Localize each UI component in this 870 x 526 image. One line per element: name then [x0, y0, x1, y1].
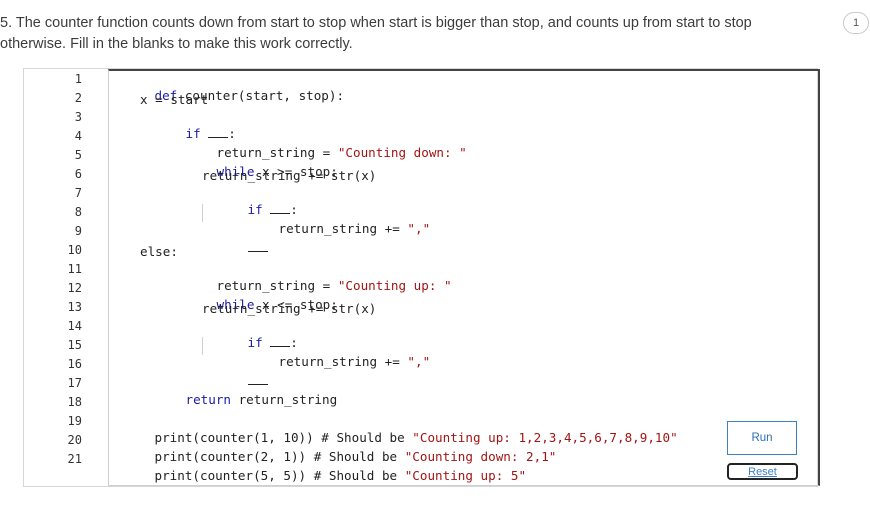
line-number: 18	[67, 395, 82, 409]
indent-guide	[202, 204, 203, 222]
line-number: 1	[74, 72, 82, 86]
line-number: 2	[74, 91, 82, 105]
string-literal: "Counting up: "	[337, 278, 452, 293]
reset-button[interactable]: Reset	[727, 463, 798, 480]
code-editor: 1 2 3 4 5 6 7 8 9 10 11 12 13 14 15 16 17 18 19 20 21 def co…	[23, 68, 820, 487]
code-line-2: x = start	[140, 92, 209, 107]
code-line-6: return_string += str(x)	[202, 168, 377, 183]
page-badge[interactable]: 1	[843, 12, 869, 34]
question-line-2: otherwise. Fill in the blanks to make th…	[0, 36, 353, 52]
line-number: 16	[67, 357, 82, 371]
line-number: 6	[74, 167, 82, 181]
line-number: 17	[67, 376, 82, 390]
code-text: return_string +=	[278, 354, 408, 369]
string-literal: "Counting down: "	[337, 145, 467, 160]
code-text: return_string	[231, 392, 338, 407]
line-number: 20	[67, 433, 82, 447]
code-text: print(counter(5, 5)) # Should be	[154, 468, 405, 483]
line-number: 9	[74, 224, 82, 238]
line-number: 15	[67, 338, 82, 352]
line-number: 21	[67, 452, 82, 466]
run-button[interactable]: Run	[727, 421, 797, 455]
line-number: 4	[74, 129, 82, 143]
line-number: 7	[74, 186, 82, 200]
indent-guide	[202, 337, 203, 355]
code-line-10: else:	[140, 244, 178, 259]
line-number: 13	[67, 300, 82, 314]
code-line-13: return_string += str(x)	[202, 301, 377, 316]
line-number: 3	[74, 110, 82, 124]
keyword: return	[185, 392, 232, 407]
question-line-1: 5. The counter function counts down from…	[0, 15, 752, 31]
line-number: 5	[74, 148, 82, 162]
line-number: 12	[67, 281, 82, 295]
line-number: 14	[67, 319, 82, 333]
question-text: 5. The counter function counts down from…	[0, 13, 800, 55]
blank-field[interactable]	[247, 241, 268, 252]
string-literal: "Counting up: 5"	[404, 468, 527, 483]
line-number: 19	[67, 414, 82, 428]
code-line-21: print(counter(5, 5)) # Should be "Counti…	[109, 453, 527, 498]
line-number: 10	[67, 243, 82, 257]
code-input-area[interactable]: def counter(start, stop): x = start if :…	[108, 69, 820, 486]
string-literal: ","	[407, 221, 431, 236]
line-number: 11	[67, 262, 82, 276]
string-literal: ","	[407, 354, 431, 369]
line-number: 8	[74, 205, 82, 219]
code-text: return_string +=	[278, 221, 408, 236]
